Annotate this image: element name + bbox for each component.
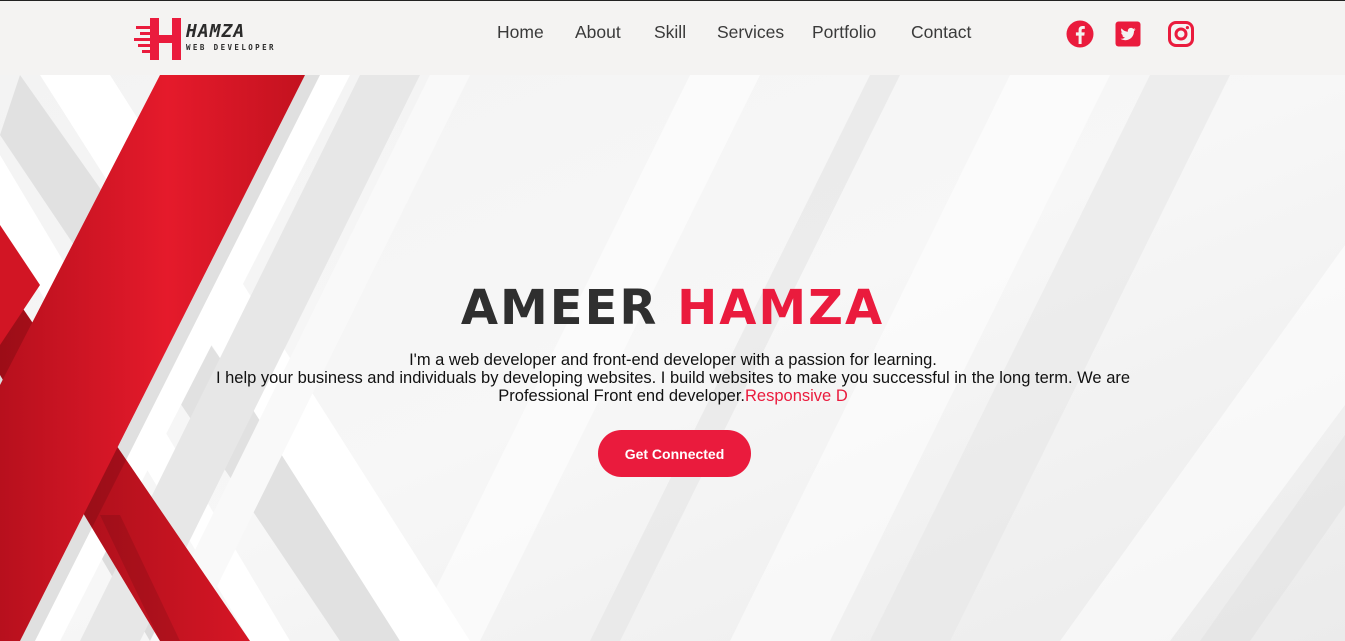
twitter-link[interactable]	[1113, 19, 1143, 49]
hero-section: AMEER HAMZA I'm a web developer and fron…	[0, 75, 1345, 641]
nav-contact[interactable]: Contact	[911, 22, 971, 43]
instagram-link[interactable]	[1166, 19, 1196, 49]
nav-about[interactable]: About	[575, 22, 621, 43]
nav-skill[interactable]: Skill	[654, 22, 686, 43]
hero-line-2: I help your business and individuals by …	[215, 369, 1131, 405]
facebook-icon	[1066, 20, 1094, 48]
facebook-link[interactable]	[1065, 19, 1095, 49]
hero-title: AMEER HAMZA	[0, 280, 1345, 336]
nav-portfolio[interactable]: Portfolio	[812, 22, 876, 43]
logo[interactable]: HAMZA WEB DEVELOPER	[134, 16, 304, 62]
logo-tagline: WEB DEVELOPER	[186, 43, 276, 52]
hero-last-name: HAMZA	[677, 280, 885, 336]
nav-services[interactable]: Services	[717, 22, 784, 43]
twitter-icon	[1115, 21, 1141, 47]
instagram-icon	[1168, 21, 1194, 47]
top-border	[0, 0, 1345, 1]
nav-home[interactable]: Home	[497, 22, 544, 43]
hero-content: AMEER HAMZA I'm a web developer and fron…	[0, 75, 1345, 641]
hero-line-1: I'm a web developer and front-end develo…	[409, 351, 937, 369]
hero-first-name: AMEER	[460, 280, 659, 336]
get-connected-button[interactable]: Get Connected	[598, 430, 751, 477]
site-header: HAMZA WEB DEVELOPER Home About Skill Ser…	[0, 1, 1345, 75]
logo-name: HAMZA	[186, 21, 246, 42]
hero-description: I'm a web developer and front-end develo…	[208, 351, 1138, 405]
typed-text: Responsive D	[745, 387, 848, 405]
logo-mark-icon	[134, 18, 181, 60]
